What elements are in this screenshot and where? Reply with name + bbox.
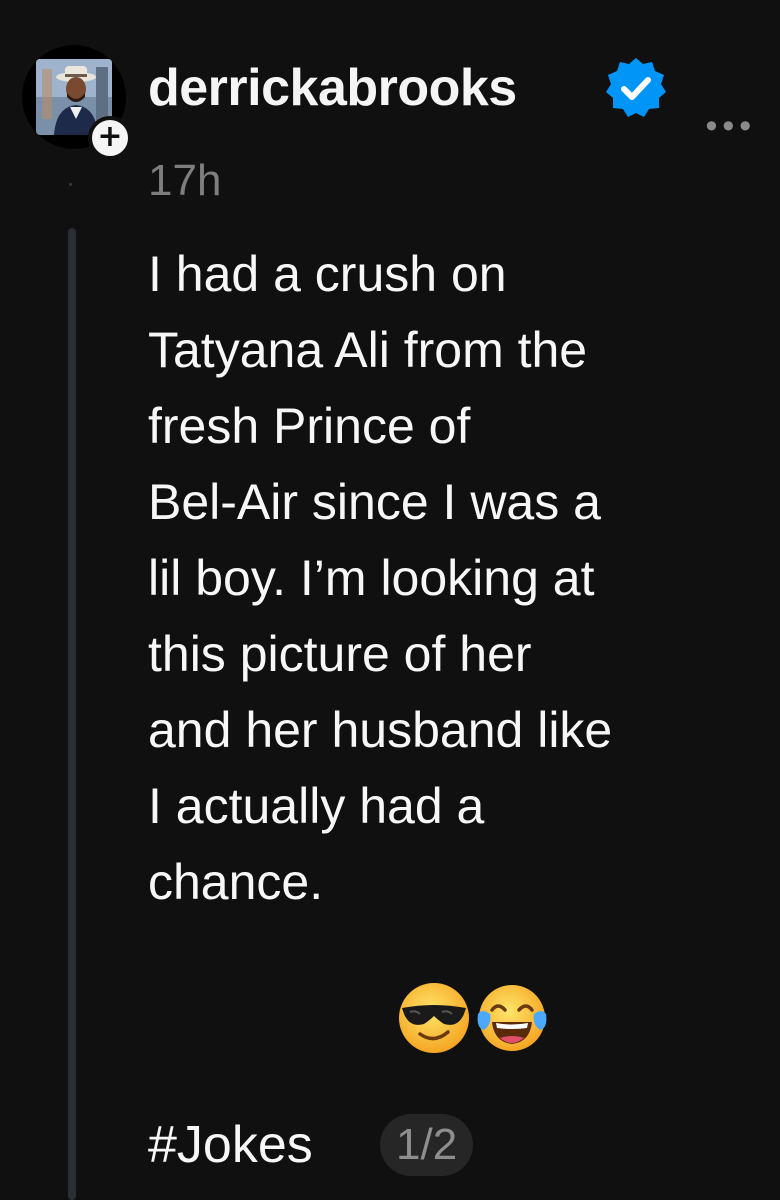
follow-plus-button[interactable]: +	[88, 116, 132, 160]
thread-line	[68, 228, 76, 1200]
topic-hashtag-link[interactable]: #Jokes	[148, 1110, 313, 1180]
thread-counter-badge: 1/2	[380, 1114, 474, 1176]
username[interactable]: derrickabrooks	[148, 48, 517, 128]
thread-post: + derrickabrooks ••• 17h I had a crush o…	[0, 0, 780, 1200]
post-body-text: I had a crush on Tatyana Ali from the fr…	[148, 246, 613, 910]
face-with-tears-of-joy-emoji	[477, 985, 547, 1051]
emoji-group	[396, 980, 550, 1060]
thread-connector-dot	[69, 183, 72, 186]
more-options-icon[interactable]: •••	[702, 111, 755, 143]
post-timestamp: 17h	[148, 156, 222, 205]
verified-badge-icon	[606, 58, 666, 117]
smiling-face-with-sunglasses-emoji	[399, 983, 469, 1053]
